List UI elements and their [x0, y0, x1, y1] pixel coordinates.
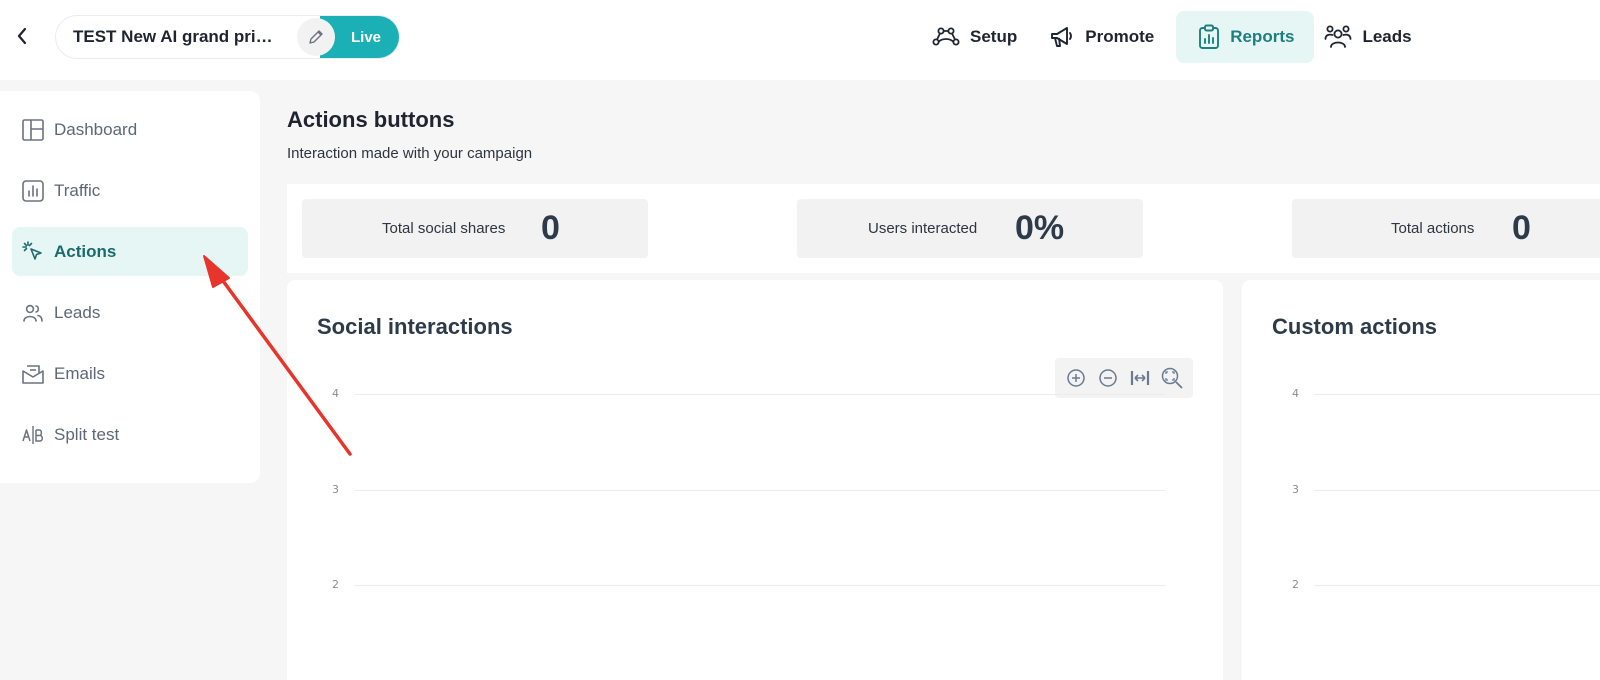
stat-card-total-actions: Total actions 0	[1292, 199, 1600, 258]
y-tick-label: 2	[332, 578, 339, 591]
stat-label: Total actions	[1391, 220, 1475, 237]
campaign-title: TEST New AI grand pri…	[73, 27, 273, 46]
back-button[interactable]	[8, 22, 36, 50]
reset-zoom-button[interactable]	[1159, 365, 1185, 391]
nav-reports[interactable]: Reports	[1176, 11, 1315, 63]
page-subtitle: Interaction made with your campaign	[287, 145, 533, 162]
panel-title: Custom actions	[1272, 314, 1438, 339]
social-interactions-panel: Social interactions 4 3 2	[287, 280, 1223, 680]
clipboard-chart-icon	[1199, 24, 1220, 49]
zoom-in-button[interactable]	[1063, 365, 1089, 391]
ab-test-icon	[22, 425, 43, 444]
custom-actions-panel: Custom actions 4 3 2	[1242, 280, 1600, 680]
magnifier-reset-icon	[1161, 367, 1183, 389]
gridline	[1314, 585, 1600, 586]
gridline	[355, 490, 1165, 491]
mail-icon	[22, 364, 44, 384]
sidebar: Dashboard Traffic Actions Leads Emails S…	[0, 91, 260, 483]
sidebar-item-label: Emails	[54, 363, 106, 383]
campaign-selector: TEST New AI grand pri… Live	[55, 15, 400, 59]
sidebar-item-label: Traffic	[54, 180, 101, 200]
sidebar-item-label: Actions	[54, 241, 117, 261]
nav-setup[interactable]: Setup	[922, 11, 1039, 63]
chevron-left-icon	[17, 27, 27, 45]
sidebar-item-split-test[interactable]: Split test	[12, 410, 248, 459]
sidebar-item-leads[interactable]: Leads	[12, 288, 248, 337]
y-tick-label: 3	[332, 483, 339, 496]
pan-icon	[1130, 371, 1150, 385]
panel-title: Social interactions	[317, 314, 513, 339]
layout-icon	[22, 118, 44, 141]
nav-setup-label: Setup	[970, 27, 1018, 46]
nav-leads-label: Leads	[1362, 27, 1412, 46]
stat-card-users-interacted: Users interacted 0%	[797, 199, 1143, 258]
sidebar-item-dashboard[interactable]: Dashboard	[12, 105, 248, 154]
sidebar-item-label: Dashboard	[54, 119, 138, 139]
users-icon	[1325, 25, 1352, 48]
sidebar-item-traffic[interactable]: Traffic	[12, 166, 248, 215]
bar-chart-icon	[22, 179, 44, 202]
nav-leads[interactable]: Leads	[1314, 11, 1433, 63]
sidebar-item-label: Split test	[54, 424, 120, 444]
pan-button[interactable]	[1127, 365, 1153, 391]
stat-label: Total social shares	[382, 220, 506, 237]
gridline	[1314, 490, 1600, 491]
gridline	[355, 585, 1165, 586]
zoom-out-button[interactable]	[1095, 365, 1121, 391]
main-nav: Setup Promote Reports Leads	[922, 11, 1434, 63]
stats-strip: Total social shares 0 Users interacted 0…	[287, 184, 1600, 273]
stat-value: 0%	[1015, 209, 1065, 247]
edit-campaign-button[interactable]	[297, 18, 335, 56]
gridline	[355, 394, 1165, 395]
y-tick-label: 3	[1292, 483, 1299, 496]
users-icon	[23, 304, 43, 322]
y-tick-label: 2	[1292, 578, 1299, 591]
sidebar-item-label: Leads	[54, 302, 101, 322]
nav-reports-label: Reports	[1230, 27, 1295, 46]
stat-card-social-shares: Total social shares 0	[302, 199, 648, 258]
top-bar: TEST New AI grand pri… Live Setup Promot…	[0, 0, 1600, 80]
stat-label: Users interacted	[868, 220, 978, 237]
sidebar-item-actions[interactable]: Actions	[12, 227, 248, 276]
setup-icon	[932, 27, 960, 46]
gridline	[1314, 394, 1600, 395]
sidebar-item-emails[interactable]: Emails	[12, 349, 248, 398]
nav-promote[interactable]: Promote	[1039, 11, 1176, 63]
nav-promote-label: Promote	[1085, 27, 1155, 46]
y-tick-label: 4	[332, 387, 339, 400]
zoom-out-icon	[1099, 369, 1117, 387]
y-tick-label: 4	[1292, 387, 1299, 400]
stat-value: 0	[1512, 209, 1531, 247]
chart-zoom-toolbar	[1055, 358, 1193, 398]
stat-value: 0	[541, 209, 560, 247]
zoom-in-icon	[1067, 369, 1085, 387]
cursor-click-icon	[22, 240, 42, 260]
megaphone-icon	[1051, 27, 1073, 47]
pencil-icon	[309, 30, 323, 44]
page-title: Actions buttons	[287, 107, 455, 132]
